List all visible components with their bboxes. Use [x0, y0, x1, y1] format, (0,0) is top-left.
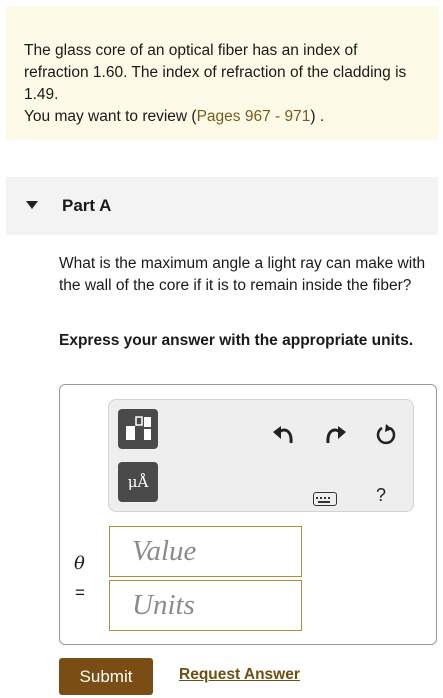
- template-icon: [126, 416, 151, 440]
- reset-icon[interactable]: [374, 422, 398, 448]
- keyboard-keys: [316, 497, 330, 503]
- request-answer-link[interactable]: Request Answer: [179, 666, 300, 684]
- submit-button[interactable]: Submit: [59, 658, 153, 695]
- review-suffix: ) .: [310, 108, 325, 125]
- units-input[interactable]: Units: [109, 580, 302, 631]
- part-a-header[interactable]: Part A: [6, 177, 438, 235]
- problem-statement: The glass core of an optical fiber has a…: [6, 6, 438, 140]
- redo-icon[interactable]: [323, 424, 347, 446]
- help-button[interactable]: ?: [376, 485, 386, 506]
- problem-text: The glass core of an optical fiber has a…: [24, 42, 407, 103]
- undo-icon[interactable]: [272, 424, 296, 446]
- units-button[interactable]: μÅ: [118, 462, 158, 502]
- part-title: Part A: [62, 196, 112, 215]
- answer-panel: μÅ ? θ = Value Units: [59, 384, 437, 645]
- collapse-triangle-icon[interactable]: [26, 201, 38, 209]
- review-prefix: You may want to review (: [24, 108, 197, 125]
- value-input[interactable]: Value: [109, 526, 302, 577]
- review-pages-link[interactable]: Pages 967 - 971: [197, 108, 311, 125]
- math-toolbar: μÅ ?: [108, 399, 414, 512]
- templates-button[interactable]: [118, 409, 158, 449]
- answer-instruction: Express your answer with the appropriate…: [59, 332, 414, 349]
- question-text: What is the maximum angle a light ray ca…: [59, 255, 426, 294]
- equals-sign: =: [75, 583, 85, 602]
- review-line: You may want to review (Pages 967 - 971)…: [24, 106, 426, 128]
- keyboard-icon[interactable]: [313, 492, 337, 506]
- variable-label: θ: [74, 553, 85, 574]
